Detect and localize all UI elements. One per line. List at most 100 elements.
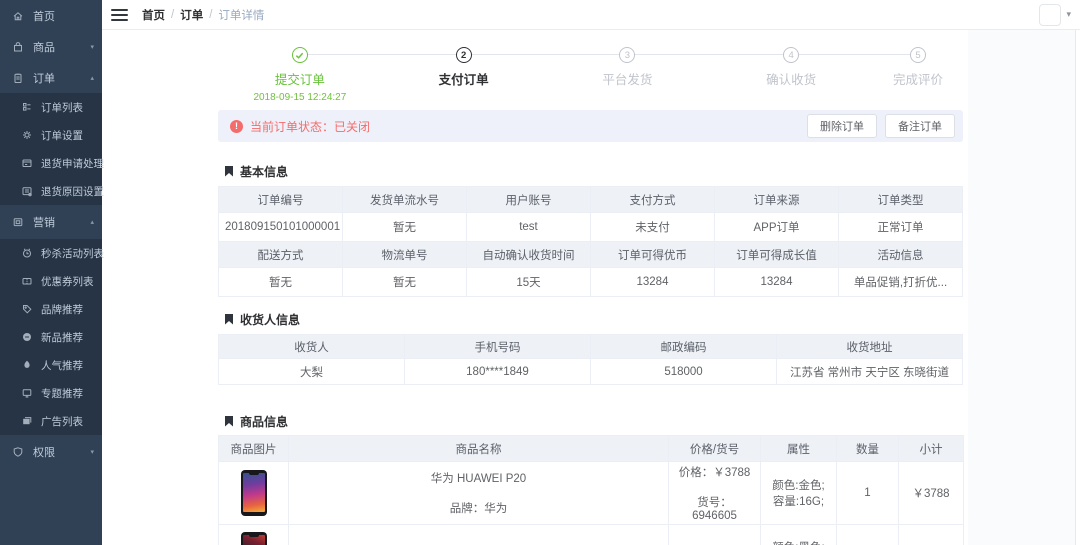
- product-name-cell: 华为 HUAWEI P20 品牌：华为: [289, 462, 669, 525]
- note-order-button[interactable]: 备注订单: [885, 114, 955, 138]
- step-platform-ship: 3 平台发货: [546, 47, 710, 110]
- scrollbar[interactable]: [1075, 30, 1080, 545]
- product-price-cell: 价格：￥2699: [669, 525, 761, 545]
- sidebar-item-permission[interactable]: 权限 ▾: [0, 435, 102, 469]
- step-label: 完成评价: [873, 69, 963, 88]
- step-pay-order: 2 支付订单: [382, 47, 546, 110]
- delete-order-button[interactable]: 删除订单: [807, 114, 877, 138]
- marketing-icon: [12, 216, 24, 228]
- step-timestamp: 2018-09-15 12:24:27: [218, 92, 382, 103]
- table-header-cell: 发货单流水号: [343, 187, 467, 213]
- sidebar-item-ad-list[interactable]: 广告列表: [0, 407, 102, 435]
- ad-list-icon: [21, 415, 33, 427]
- table-header-cell: 数量: [837, 436, 899, 462]
- marketing-submenu: 秒杀活动列表 优惠券列表 品牌推荐 新品推荐 人气推荐 专题推荐 广告列表: [0, 239, 102, 435]
- table-header-cell: 手机号码: [405, 335, 591, 359]
- chevron-down-icon: ▾: [90, 43, 94, 51]
- step-number: 4: [783, 47, 799, 63]
- table-header-cell: 收货人: [219, 335, 405, 359]
- hamburger-menu-icon[interactable]: [111, 9, 128, 21]
- sidebar-item-label: 订单设置: [41, 128, 83, 143]
- sidebar-item-orders[interactable]: 订单 ▴: [0, 62, 102, 93]
- order-icon: [12, 72, 24, 84]
- sidebar-item-goods[interactable]: 商品 ▾: [0, 31, 102, 62]
- table-row: 201809150101000001 暂无 test 未支付 APP订单 正常订…: [219, 213, 963, 242]
- sidebar-item-brand-recommend[interactable]: 品牌推荐: [0, 295, 102, 323]
- sidebar-item-coupon-list[interactable]: 优惠券列表: [0, 267, 102, 295]
- table-cell: 暂无: [343, 213, 467, 242]
- table-header-cell: 属性: [761, 436, 837, 462]
- step-label: 提交订单: [218, 69, 382, 88]
- order-status-alert: ! 当前订单状态：已关闭 删除订单 备注订单: [218, 110, 963, 142]
- sidebar-item-label: 人气推荐: [41, 358, 83, 373]
- table-cell: 未支付: [591, 213, 715, 242]
- table-header-row: 商品图片 商品名称 价格/货号 属性 数量 小计: [219, 436, 964, 462]
- table-header-cell: 活动信息: [839, 242, 963, 268]
- table-cell: 江苏省 常州市 天宁区 东晓街道: [777, 359, 963, 385]
- sidebar-item-label: 订单: [33, 70, 55, 86]
- sidebar-item-label: 秒杀活动列表: [41, 246, 104, 261]
- table-cell: 正常订单: [839, 213, 963, 242]
- table-header-row: 收货人 手机号码 邮政编码 收货地址: [219, 335, 963, 359]
- table-header-cell: 收货地址: [777, 335, 963, 359]
- table-cell: 13284: [591, 268, 715, 297]
- table-row: 大梨 180****1849 518000 江苏省 常州市 天宁区 东晓街道: [219, 359, 963, 385]
- table-cell: 单品促销,打折优...: [839, 268, 963, 297]
- table-header-cell: 订单可得成长值: [715, 242, 839, 268]
- product-name: 华为 HUAWEI P20: [295, 470, 662, 486]
- table-cell: 180****1849: [405, 359, 591, 385]
- sidebar-item-return-request[interactable]: 退货申请处理: [0, 149, 102, 177]
- step-label: 平台发货: [546, 69, 710, 88]
- coupon-icon: [21, 275, 33, 287]
- avatar[interactable]: [1039, 4, 1061, 26]
- breadcrumb-home[interactable]: 首页: [142, 7, 165, 23]
- return-reason-icon: [21, 185, 33, 197]
- section-title-text: 商品信息: [240, 413, 288, 430]
- sidebar-item-label: 优惠券列表: [41, 274, 94, 289]
- product-image-cell: [219, 462, 289, 525]
- sidebar-item-topic[interactable]: 专题推荐: [0, 379, 102, 407]
- chevron-down-icon[interactable]: ▾: [1066, 9, 1071, 20]
- order-settings-icon: [21, 129, 33, 141]
- table-header-cell: 用户账号: [467, 187, 591, 213]
- sidebar-item-new-product[interactable]: 新品推荐: [0, 323, 102, 351]
- sidebar-item-order-list[interactable]: 订单列表: [0, 93, 102, 121]
- sidebar-item-marketing[interactable]: 营销 ▴: [0, 205, 102, 239]
- table-header-cell: 商品图片: [219, 436, 289, 462]
- table-header-cell: 配送方式: [219, 242, 343, 268]
- breadcrumb-orders[interactable]: 订单: [180, 7, 203, 23]
- table-header-row: 配送方式 物流单号 自动确认收货时间 订单可得优币 订单可得成长值 活动信息: [219, 242, 963, 268]
- return-request-icon: [21, 157, 33, 169]
- table-cell: 大梨: [219, 359, 405, 385]
- table-row: 华为 HUAWEI P20 品牌：华为 价格：￥3788 货号：6946605 …: [219, 462, 964, 525]
- sidebar-item-label: 新品推荐: [41, 330, 83, 345]
- sidebar-item-label: 退货原因设置: [41, 184, 104, 199]
- table-header-cell: 订单来源: [715, 187, 839, 213]
- order-number-cell: 201809150101000001: [219, 213, 343, 242]
- section-title-text: 收货人信息: [240, 311, 300, 328]
- section-title-basic-info: 基本信息: [218, 163, 963, 179]
- topbar: 首页 / 订单 / 订单详情 ▾: [102, 0, 1080, 30]
- brand-icon: [21, 303, 33, 315]
- main-area: 提交订单 2018-09-15 12:24:27 2 支付订单 3 平台发货 4…: [102, 30, 1080, 545]
- sidebar-item-popular[interactable]: 人气推荐: [0, 351, 102, 379]
- bookmark-icon: [225, 416, 233, 427]
- sidebar-item-order-settings[interactable]: 订单设置: [0, 121, 102, 149]
- sidebar-item-label: 权限: [33, 444, 55, 460]
- order-status-text: 当前订单状态：已关闭: [250, 118, 370, 135]
- table-cell: 15天: [467, 268, 591, 297]
- table-cell: 13284: [715, 268, 839, 297]
- product-info-table: 商品图片 商品名称 价格/货号 属性 数量 小计 华为 HUAWEI P20 品…: [218, 435, 964, 545]
- sidebar-item-home[interactable]: 首页: [0, 0, 102, 31]
- table-header-cell: 支付方式: [591, 187, 715, 213]
- table-row: 暂无 暂无 15天 13284 13284 单品促销,打折优...: [219, 268, 963, 297]
- consignee-info-table: 收货人 手机号码 邮政编码 收货地址 大梨 180****1849 518000…: [218, 334, 963, 385]
- step-number: 5: [910, 47, 926, 63]
- sidebar-item-label: 营销: [33, 214, 55, 230]
- product-qty-cell: 3: [837, 525, 899, 545]
- sidebar-item-flash-sale[interactable]: 秒杀活动列表: [0, 239, 102, 267]
- sidebar-item-return-reason[interactable]: 退货原因设置: [0, 177, 102, 205]
- product-attrs-cell: 颜色:黑色;容量: [761, 525, 837, 545]
- table-header-cell: 订单类型: [839, 187, 963, 213]
- table-cell: 518000: [591, 359, 777, 385]
